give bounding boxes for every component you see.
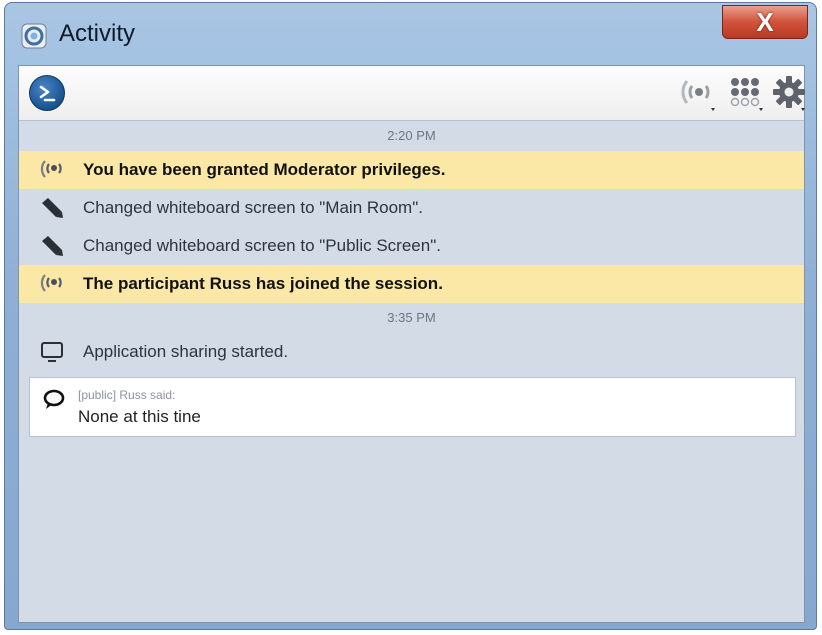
activity-feed: 2:20 PM You have been granted Moderator … xyxy=(19,121,804,437)
event-text: You have been granted Moderator privileg… xyxy=(83,160,446,179)
activity-window: Activity X 2:20 PM You have been granted… xyxy=(4,2,817,630)
timestamp: 2:20 PM xyxy=(387,128,436,143)
activity-panel: 2:20 PM You have been granted Moderator … xyxy=(18,65,805,623)
event-text: The participant Russ has joined the sess… xyxy=(83,274,443,293)
app-icon xyxy=(21,23,47,49)
close-button[interactable]: X xyxy=(722,5,808,39)
window-title: Activity xyxy=(59,20,136,47)
broadcast-icon xyxy=(40,160,62,178)
broadcast-icon[interactable] xyxy=(675,74,719,114)
list-item: Application sharing started. xyxy=(19,333,804,371)
timestamp: 3:35 PM xyxy=(387,310,436,325)
chat-message: [public] Russ said: None at this tine xyxy=(29,377,796,437)
list-item: You have been granted Moderator privileg… xyxy=(19,151,804,189)
monitor-icon xyxy=(41,342,63,362)
event-text: Changed whiteboard screen to "Main Room"… xyxy=(83,198,423,217)
toolbar xyxy=(19,66,805,121)
console-icon[interactable] xyxy=(29,75,65,111)
event-text: Changed whiteboard screen to "Public Scr… xyxy=(83,236,441,255)
list-item: The participant Russ has joined the sess… xyxy=(19,265,804,303)
list-item: Changed whiteboard screen to "Public Scr… xyxy=(19,227,804,265)
title-bar[interactable]: Activity X xyxy=(5,3,816,65)
marker-icon xyxy=(42,198,63,218)
broadcast-icon xyxy=(40,274,62,292)
chat-meta: [public] Russ said: xyxy=(78,388,176,402)
speech-bubble-icon xyxy=(43,389,65,409)
gear-icon[interactable] xyxy=(771,74,809,114)
marker-icon xyxy=(42,236,63,256)
list-item: Changed whiteboard screen to "Main Room"… xyxy=(19,189,804,227)
chat-text: None at this tine xyxy=(78,407,201,426)
event-text: Application sharing started. xyxy=(83,342,289,361)
dot-grid-icon[interactable] xyxy=(727,74,767,114)
